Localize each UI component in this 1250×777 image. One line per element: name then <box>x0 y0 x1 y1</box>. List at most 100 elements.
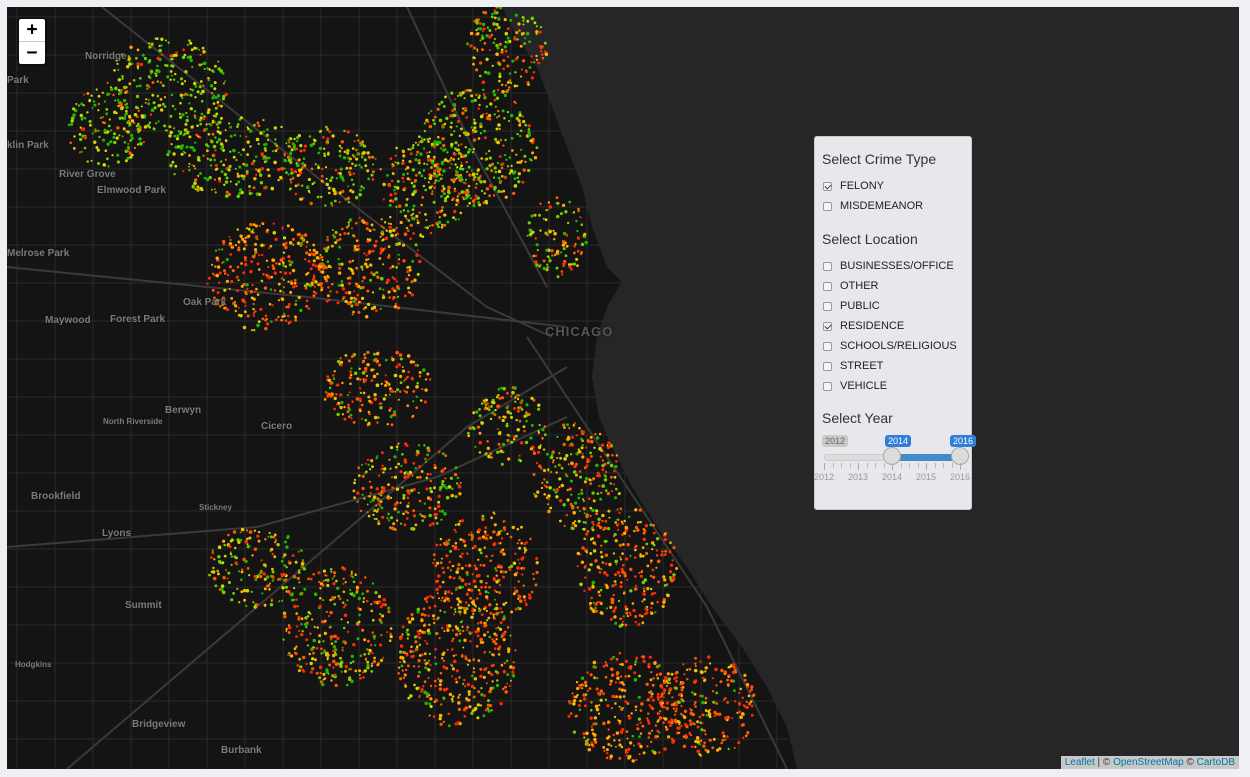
crime-point <box>452 216 455 220</box>
cartodb-link[interactable]: CartoDB <box>1197 757 1235 768</box>
crime-point <box>531 151 535 155</box>
crime-option-felony[interactable]: FELONY <box>822 176 964 196</box>
location-option-schools[interactable]: SCHOOLS/RELIGIOUS <box>822 336 964 356</box>
crime-point <box>601 484 605 488</box>
crime-point <box>604 489 608 492</box>
crime-point <box>336 301 340 305</box>
crime-point <box>295 598 298 601</box>
crime-point <box>680 688 684 692</box>
crime-point <box>436 166 440 170</box>
crime-point <box>363 353 366 356</box>
crime-point <box>280 319 283 322</box>
crime-point <box>156 56 160 60</box>
crime-point <box>185 111 188 115</box>
crime-point <box>558 499 563 503</box>
crime-point <box>624 605 628 609</box>
crime-point <box>278 262 281 266</box>
openstreetmap-link[interactable]: OpenStreetMap <box>1113 757 1184 768</box>
crime-point <box>352 593 356 598</box>
crime-point <box>540 467 543 470</box>
location-option-public[interactable]: PUBLIC <box>822 296 964 316</box>
crime-option-misdemeanor[interactable]: MISDEMEANOR <box>822 196 964 216</box>
crime-point <box>189 93 193 97</box>
crime-point <box>714 667 718 672</box>
crime-point <box>305 662 308 666</box>
schools-checkbox[interactable] <box>823 341 832 351</box>
crime-point <box>356 622 359 625</box>
crime-point <box>326 128 329 131</box>
crime-point <box>412 184 416 188</box>
crime-point <box>247 227 251 231</box>
other-checkbox[interactable] <box>823 281 832 291</box>
crime-point <box>566 498 570 502</box>
crime-point <box>437 574 441 578</box>
misdemeanor-checkbox[interactable] <box>823 201 832 211</box>
crime-point <box>367 410 371 414</box>
crime-point <box>426 473 430 476</box>
crime-point <box>586 460 590 464</box>
crime-point <box>512 561 517 566</box>
crime-point <box>244 559 248 564</box>
crime-point <box>634 575 637 578</box>
crime-point <box>389 222 392 226</box>
crime-point <box>363 356 367 360</box>
location-option-businesses[interactable]: BUSINESSES/OFFICE <box>822 256 964 276</box>
crime-point <box>631 759 635 763</box>
crime-point <box>361 156 364 159</box>
crime-point <box>436 592 439 595</box>
crime-map[interactable]: Norridge Park klin Park River Grove Elmw… <box>7 7 1239 769</box>
crime-point <box>244 290 248 295</box>
crime-point <box>556 436 559 438</box>
crime-point <box>569 502 573 506</box>
location-option-street[interactable]: STREET <box>822 356 964 376</box>
place-label: Stickney <box>199 503 232 512</box>
crime-point <box>505 391 509 395</box>
crime-point <box>474 445 477 448</box>
crime-point <box>589 604 592 608</box>
crime-point <box>359 378 362 381</box>
year-range-slider[interactable]: 2012 2014 2016 2012 2013 2014 2015 2016 <box>814 435 977 505</box>
crime-point <box>75 103 78 105</box>
zoom-in-button[interactable]: + <box>19 19 45 41</box>
crime-point <box>370 603 373 606</box>
street-checkbox[interactable] <box>823 361 832 371</box>
crime-point <box>499 446 502 449</box>
crime-point <box>290 592 294 596</box>
crime-point <box>351 400 354 404</box>
crime-point <box>307 283 310 286</box>
crime-point <box>444 542 449 547</box>
vehicle-checkbox[interactable] <box>823 381 832 391</box>
crime-point <box>449 569 452 572</box>
crime-point <box>281 263 285 267</box>
crime-point <box>615 523 620 527</box>
crime-point <box>542 217 545 220</box>
crime-point <box>523 154 527 158</box>
crime-point <box>308 135 312 138</box>
crime-point <box>341 227 344 231</box>
crime-point <box>442 696 445 700</box>
crime-point <box>208 175 212 180</box>
residence-checkbox[interactable] <box>823 321 832 331</box>
crime-point <box>500 190 503 193</box>
crime-point <box>348 391 351 394</box>
crime-point <box>590 741 594 744</box>
crime-point <box>81 127 86 131</box>
location-option-vehicle[interactable]: VEHICLE <box>822 376 964 396</box>
crime-point <box>661 705 664 709</box>
crime-point <box>91 132 94 135</box>
leaflet-link[interactable]: Leaflet <box>1065 757 1095 768</box>
crime-point <box>477 107 480 110</box>
crime-point <box>439 609 442 612</box>
crime-point <box>324 204 327 207</box>
crime-point <box>749 700 753 703</box>
crime-point <box>309 632 312 635</box>
location-option-residence[interactable]: RESIDENCE <box>822 316 964 336</box>
location-option-other[interactable]: OTHER <box>822 276 964 296</box>
zoom-out-button[interactable]: − <box>19 41 45 64</box>
felony-checkbox[interactable] <box>823 181 832 191</box>
crime-point <box>351 190 355 194</box>
crime-point <box>131 153 134 157</box>
businesses-checkbox[interactable] <box>823 261 832 271</box>
crime-point <box>437 220 442 224</box>
public-checkbox[interactable] <box>823 301 832 311</box>
